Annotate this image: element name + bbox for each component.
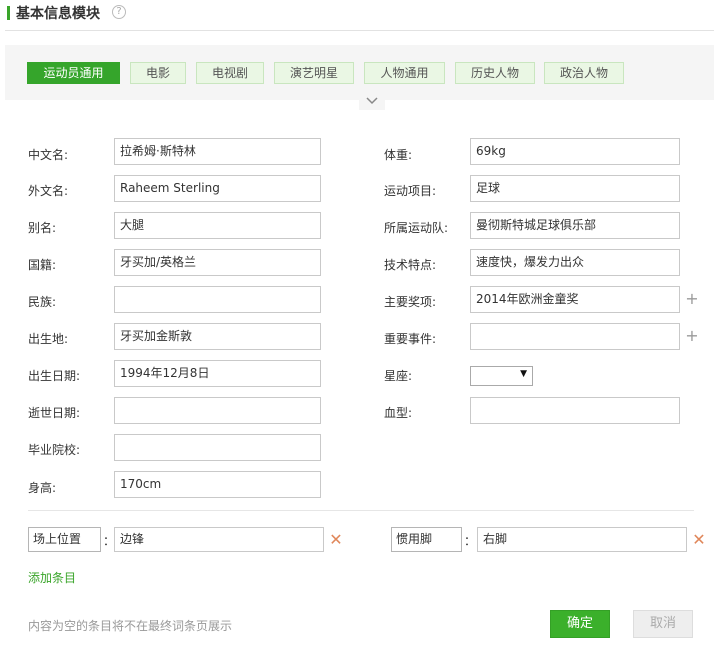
field-label-technical-traits: 技术特点: bbox=[384, 258, 437, 272]
confirm-button[interactable]: 确定 bbox=[550, 610, 610, 638]
nationality-input[interactable]: 牙买加/英格兰 bbox=[114, 249, 321, 276]
field-label-team: 所属运动队: bbox=[384, 221, 449, 235]
add-event-plus-icon[interactable]: + bbox=[685, 328, 699, 344]
field-label-foreign-name: 外文名: bbox=[28, 184, 69, 198]
technical-traits-input[interactable]: 速度快，爆发力出众 bbox=[470, 249, 680, 276]
tab-movie[interactable]: 电影 bbox=[130, 62, 186, 84]
custom-attr-colon: ： bbox=[464, 534, 477, 548]
chinese-name-input[interactable]: 拉希姆·斯特林 bbox=[114, 138, 321, 165]
custom-attr-key-input[interactable]: 场上位置 bbox=[28, 527, 101, 552]
header-divider bbox=[5, 30, 714, 31]
custom-attr-value-input[interactable]: 右脚 bbox=[477, 527, 687, 552]
field-label-death-date: 逝世日期: bbox=[28, 406, 81, 420]
footer-note: 内容为空的条目将不在最终词条页展示 bbox=[28, 619, 233, 633]
tab-athlete-general[interactable]: 运动员通用 bbox=[27, 62, 120, 84]
death-date-input[interactable] bbox=[114, 397, 321, 424]
field-label-ethnicity: 民族: bbox=[28, 295, 57, 309]
chevron-down-icon[interactable] bbox=[359, 96, 385, 110]
main-awards-input[interactable]: 2014年欧洲金童奖 bbox=[470, 286, 680, 313]
major-events-input[interactable] bbox=[470, 323, 680, 350]
cancel-button[interactable]: 取消 bbox=[633, 610, 693, 638]
weight-input[interactable]: 69kg bbox=[470, 138, 680, 165]
custom-attr-key-input[interactable]: 惯用脚 bbox=[391, 527, 462, 552]
alias-input[interactable]: 大腿 bbox=[114, 212, 321, 239]
section-title: 基本信息模块 bbox=[16, 6, 100, 22]
height-input[interactable]: 170cm bbox=[114, 471, 321, 498]
field-label-birth-date: 出生日期: bbox=[28, 369, 81, 383]
add-item-link[interactable]: 添加条目 bbox=[28, 569, 76, 586]
field-label-blood-type: 血型: bbox=[384, 406, 413, 420]
field-label-main-awards: 主要奖项: bbox=[384, 295, 437, 309]
blood-type-input[interactable] bbox=[470, 397, 680, 424]
foreign-name-input[interactable]: Raheem Sterling bbox=[114, 175, 321, 202]
custom-attr-value-input[interactable]: 边锋 bbox=[114, 527, 324, 552]
field-label-alias: 别名: bbox=[28, 221, 57, 235]
tab-person-general[interactable]: 人物通用 bbox=[364, 62, 445, 84]
field-label-alma-mater: 毕业院校: bbox=[28, 443, 81, 457]
tab-tv-series[interactable]: 电视剧 bbox=[196, 62, 264, 84]
team-input[interactable]: 曼彻斯特城足球俱乐部 bbox=[470, 212, 680, 239]
section-header: 基本信息模块 ? bbox=[0, 0, 719, 32]
tab-historical-figure[interactable]: 历史人物 bbox=[455, 62, 535, 84]
birth-date-input[interactable]: 1994年12月8日 bbox=[114, 360, 321, 387]
form-divider bbox=[28, 510, 694, 511]
alma-mater-input[interactable] bbox=[114, 434, 321, 461]
field-label-chinese-name: 中文名: bbox=[28, 148, 69, 162]
zodiac-select[interactable]: ▼ bbox=[470, 366, 533, 386]
add-award-plus-icon[interactable]: + bbox=[685, 291, 699, 307]
template-tabs-panel: 运动员通用 电影 电视剧 演艺明星 人物通用 历史人物 政治人物 bbox=[5, 45, 714, 100]
field-label-birthplace: 出生地: bbox=[28, 332, 69, 346]
field-label-nationality: 国籍: bbox=[28, 258, 57, 272]
delete-attr-close-icon[interactable]: ✕ bbox=[329, 532, 343, 548]
tab-political-figure[interactable]: 政治人物 bbox=[544, 62, 624, 84]
dropdown-arrow-icon: ▼ bbox=[520, 369, 527, 379]
field-label-sport: 运动项目: bbox=[384, 184, 437, 198]
ethnicity-input[interactable] bbox=[114, 286, 321, 313]
field-label-weight: 体重: bbox=[384, 148, 413, 162]
tab-entertainment-star[interactable]: 演艺明星 bbox=[274, 62, 354, 84]
field-label-zodiac: 星座: bbox=[384, 369, 413, 383]
sport-input[interactable]: 足球 bbox=[470, 175, 680, 202]
help-icon[interactable]: ? bbox=[112, 5, 126, 19]
header-accent-bar bbox=[7, 6, 10, 20]
birthplace-input[interactable]: 牙买加金斯敦 bbox=[114, 323, 321, 350]
delete-attr-close-icon[interactable]: ✕ bbox=[692, 532, 706, 548]
field-label-height: 身高: bbox=[28, 481, 57, 495]
field-label-major-events: 重要事件: bbox=[384, 332, 437, 346]
